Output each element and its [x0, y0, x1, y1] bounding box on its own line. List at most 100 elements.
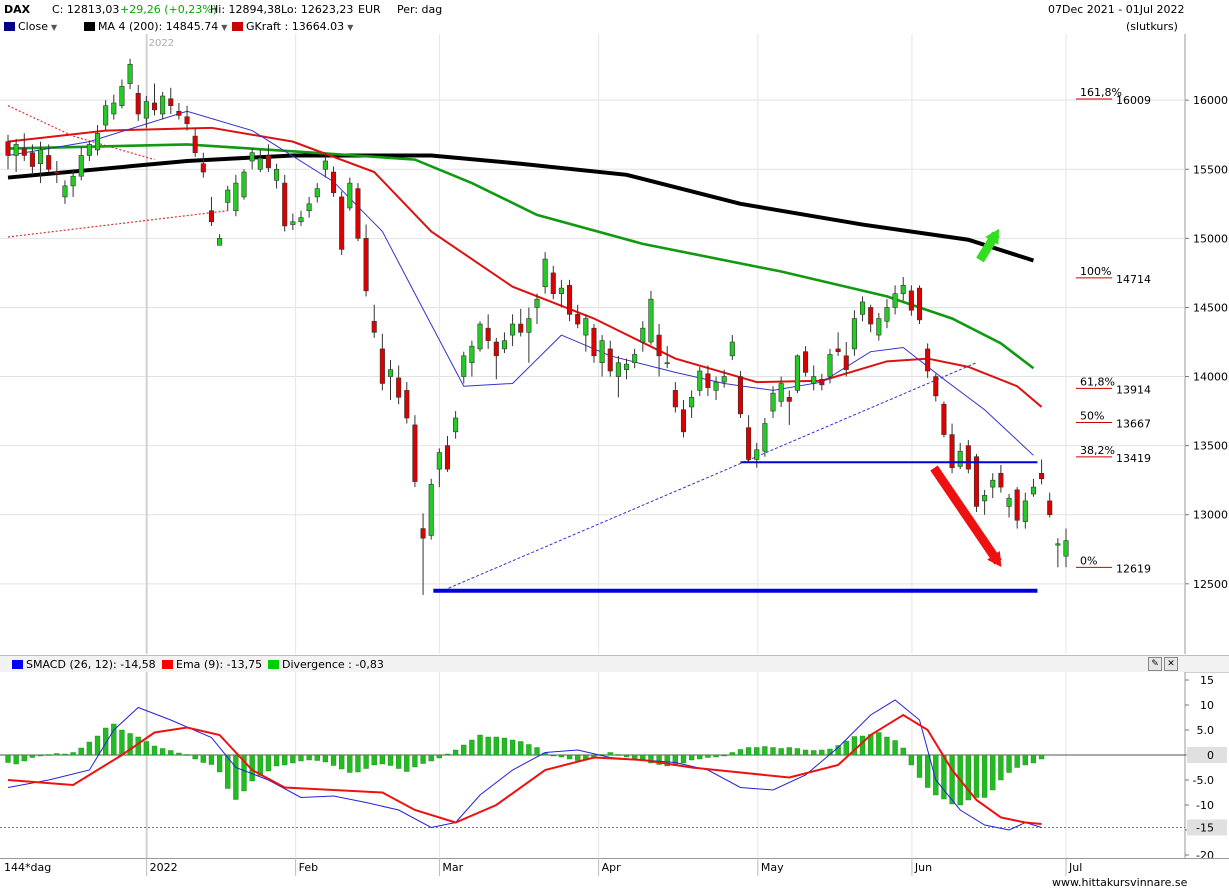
divergence-bar	[314, 754, 320, 761]
candle-body	[925, 348, 931, 372]
divergence-bar	[396, 754, 402, 769]
y-tick-label: 15000	[1193, 232, 1228, 245]
divergence-bar	[615, 754, 622, 756]
candle-body	[233, 182, 239, 212]
candle-body	[78, 155, 84, 177]
candle-body	[868, 307, 874, 325]
candle-body	[176, 110, 182, 116]
divergence-bar	[713, 754, 719, 758]
chevron-down-icon[interactable]: ▼	[347, 23, 353, 32]
divergence-bar	[94, 735, 101, 756]
candle-body	[477, 323, 483, 350]
divergence-bar	[526, 744, 532, 756]
candle-body	[387, 369, 394, 377]
candle-body	[558, 287, 564, 294]
fib-value-label: 13419	[1116, 452, 1151, 465]
indicator-legend-divergence: Divergence : -0,83	[268, 658, 384, 671]
chevron-down-icon[interactable]: ▼	[221, 23, 227, 32]
legend-swatch	[268, 660, 279, 669]
divergence-bar	[436, 754, 442, 759]
date-range: 07Dec 2021 - 01Jul 2022	[1048, 3, 1185, 16]
candle-body	[160, 95, 166, 115]
divergence-bar	[876, 732, 882, 756]
divergence-bar	[697, 754, 703, 760]
divergence-bar	[273, 754, 280, 767]
divergence-bar	[843, 740, 849, 756]
divergence-bar	[794, 748, 801, 756]
x-tick-label: Jul	[1068, 861, 1082, 874]
candle-body	[542, 258, 548, 288]
close-value: C: 12813,03	[52, 3, 120, 16]
mode-label: (slutkurs)	[1126, 20, 1178, 33]
candle-body	[13, 144, 19, 156]
year-marker-label: 2022	[149, 38, 174, 49]
candle-body	[526, 318, 532, 333]
divergence-bar	[347, 754, 353, 773]
candle-body	[843, 355, 849, 370]
x-tick-label: Apr	[602, 861, 622, 874]
divergence-bar	[233, 754, 239, 800]
y-tick-label: 12500	[1193, 578, 1228, 591]
chevron-down-icon[interactable]: ▼	[51, 23, 57, 32]
divergence-bar	[973, 754, 980, 798]
divergence-bar	[176, 752, 182, 756]
candle-body	[200, 163, 206, 173]
x-tick-label: Jun	[914, 861, 932, 874]
divergence-bar	[575, 754, 581, 761]
close-icon[interactable]: ✕	[1164, 657, 1178, 671]
divergence-bar	[884, 736, 890, 756]
candle-body	[575, 314, 581, 325]
candle-body	[746, 427, 752, 460]
indicator-chart[interactable]: 15105.00-5.0-10-15-200-15	[0, 672, 1229, 858]
candle-body	[599, 340, 605, 364]
legend-item-ma[interactable]: MA 4 (200): 14845.74 ▼	[84, 20, 227, 33]
divergence-bar	[737, 749, 744, 756]
divergence-bar	[859, 735, 866, 756]
divergence-bar	[371, 754, 377, 766]
legend-label: Ema (9): -13,75	[176, 658, 263, 671]
legend-label: Divergence : -0,83	[282, 658, 384, 671]
change-value: +29,26 (+0,23%)	[120, 3, 217, 16]
legend-swatch	[162, 660, 173, 669]
divergence-bar	[54, 753, 60, 756]
legend-item-close[interactable]: Close ▼	[4, 20, 57, 33]
legend-label: GKraft : 13664.03	[246, 20, 345, 33]
divergence-bar	[1014, 754, 1020, 768]
fib-pct-label: 61,8%	[1080, 375, 1115, 388]
candle-body	[860, 301, 866, 315]
legend-swatch	[12, 660, 23, 669]
candle-body	[1055, 543, 1061, 546]
x-tick-label: Mar	[442, 861, 463, 874]
candle-body	[998, 472, 1004, 488]
divergence-bar	[444, 753, 451, 756]
x-axis-period-label: 144*dag	[4, 861, 51, 874]
divergence-bar	[566, 754, 573, 760]
candle-body	[623, 363, 630, 370]
legend-item-gkraft[interactable]: GKraft : 13664.03 ▼	[232, 20, 353, 33]
y-tick-label: 16000	[1193, 94, 1228, 107]
candle-body	[444, 445, 451, 470]
indicator-y-tick-label: -20	[1196, 849, 1214, 858]
candle-body	[615, 362, 621, 377]
x-axis: 144*dag 2022 Feb Mar Apr May Jun Jul	[0, 858, 1229, 876]
candle-body	[29, 152, 35, 167]
candle-body	[689, 396, 695, 408]
settings-icon[interactable]: ✎	[1148, 657, 1162, 671]
divergence-bar	[119, 729, 125, 756]
divergence-bar	[534, 747, 540, 756]
price-chart[interactable]: 12500 13000 13500 14000 14500 15000 15500 16000…	[0, 34, 1229, 654]
divergence-bar	[143, 741, 149, 756]
candle-body	[485, 327, 491, 341]
divergence-bar	[298, 754, 304, 762]
candle-body	[46, 155, 52, 170]
candle-body	[208, 210, 214, 223]
divergence-bar	[78, 747, 84, 756]
divergence-bar	[306, 754, 312, 761]
divergence-bar	[184, 754, 190, 756]
candle-body	[225, 189, 231, 203]
candle-body	[355, 188, 361, 239]
legend-swatch	[232, 22, 243, 31]
candle-body	[737, 376, 743, 415]
candle-body	[550, 272, 556, 294]
candle-body	[1030, 486, 1036, 495]
